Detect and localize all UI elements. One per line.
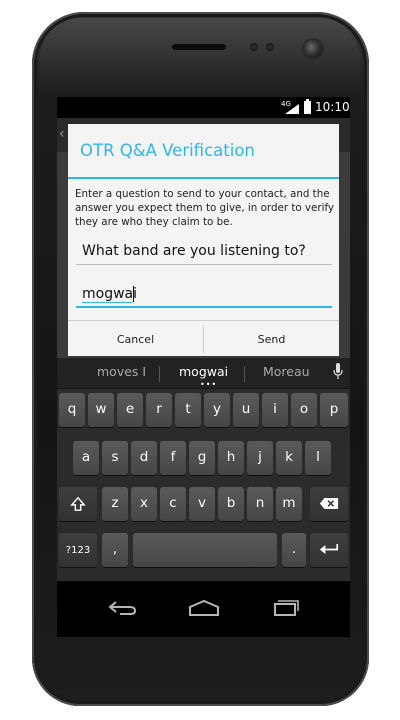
- chevron-left-icon[interactable]: ‹: [59, 126, 65, 142]
- more-suggestions-indicator[interactable]: •••: [200, 380, 217, 389]
- key-u[interactable]: u: [233, 393, 259, 427]
- dialog-title: OTR Q&A Verification: [80, 141, 255, 160]
- light-sensor: [266, 43, 274, 51]
- key-w[interactable]: w: [88, 393, 114, 427]
- delete-key[interactable]: [310, 487, 348, 521]
- suggestion-divider: [159, 366, 160, 382]
- front-camera: [304, 40, 322, 58]
- space-key[interactable]: [133, 533, 277, 567]
- question-input[interactable]: [76, 239, 332, 263]
- suggestion-divider: [244, 366, 245, 382]
- key-x[interactable]: x: [131, 487, 157, 521]
- key-v[interactable]: v: [189, 487, 215, 521]
- key-h[interactable]: h: [218, 441, 244, 475]
- proximity-sensor: [250, 43, 258, 51]
- symbols-key-label: ?123: [65, 545, 91, 556]
- suggestion-item[interactable]: Moreau: [263, 364, 310, 379]
- key-b[interactable]: b: [218, 487, 244, 521]
- period-key[interactable]: .: [282, 533, 306, 567]
- microphone-icon[interactable]: [333, 363, 343, 381]
- signal-icon: [285, 104, 299, 114]
- answer-field[interactable]: [76, 282, 332, 308]
- key-r[interactable]: r: [146, 393, 172, 427]
- key-o[interactable]: o: [291, 393, 317, 427]
- soft-keyboard: moves I mogwai ••• Moreau q w e r t y u …: [57, 358, 350, 581]
- suggestion-item[interactable]: mogwai: [179, 364, 228, 379]
- verification-dialog: OTR Q&A Verification Enter a question to…: [68, 124, 339, 356]
- comma-key[interactable]: ,: [102, 533, 128, 567]
- suggestion-item[interactable]: moves I: [97, 364, 146, 379]
- text-cursor: [133, 286, 134, 302]
- question-field[interactable]: [76, 239, 332, 265]
- status-bar: 4G 10:10: [57, 97, 350, 118]
- title-divider: [68, 177, 339, 179]
- key-y[interactable]: y: [204, 393, 230, 427]
- navigation-bar: [57, 581, 350, 637]
- key-a[interactable]: a: [73, 441, 99, 475]
- screen: 4G 10:10 ‹ OTR Q&A Verification Enter a …: [57, 97, 350, 637]
- shift-icon: [70, 496, 86, 511]
- home-icon[interactable]: [184, 595, 224, 621]
- key-q[interactable]: q: [59, 393, 85, 427]
- dialog-message: Enter a question to send to your contact…: [75, 188, 334, 228]
- shift-key[interactable]: [59, 487, 97, 521]
- earpiece: [172, 44, 226, 50]
- key-k[interactable]: k: [276, 441, 302, 475]
- key-i[interactable]: i: [262, 393, 288, 427]
- recent-apps-icon[interactable]: [265, 595, 305, 621]
- key-e[interactable]: e: [117, 393, 143, 427]
- enter-key[interactable]: [310, 533, 348, 567]
- key-l[interactable]: l: [305, 441, 331, 475]
- key-g[interactable]: g: [189, 441, 215, 475]
- question-underline: [76, 264, 332, 265]
- key-s[interactable]: s: [102, 441, 128, 475]
- suggestion-strip: moves I mogwai ••• Moreau: [57, 358, 350, 389]
- key-p[interactable]: p: [320, 393, 348, 427]
- battery-icon: [304, 99, 311, 114]
- key-n[interactable]: n: [247, 487, 273, 521]
- send-button[interactable]: Send: [204, 321, 339, 357]
- back-icon[interactable]: [102, 595, 142, 621]
- composing-underline: [82, 302, 132, 303]
- clock: 10:10: [315, 100, 350, 114]
- symbols-key[interactable]: ?123: [59, 533, 97, 567]
- key-f[interactable]: f: [160, 441, 186, 475]
- key-c[interactable]: c: [160, 487, 186, 521]
- cancel-button[interactable]: Cancel: [68, 321, 203, 357]
- enter-icon: [319, 544, 338, 555]
- key-z[interactable]: z: [102, 487, 128, 521]
- key-m[interactable]: m: [276, 487, 302, 521]
- key-d[interactable]: d: [131, 441, 157, 475]
- answer-underline: [76, 306, 332, 308]
- backspace-icon: [319, 498, 339, 509]
- dialog-buttons: Cancel Send: [68, 320, 339, 357]
- key-t[interactable]: t: [175, 393, 201, 427]
- key-j[interactable]: j: [247, 441, 273, 475]
